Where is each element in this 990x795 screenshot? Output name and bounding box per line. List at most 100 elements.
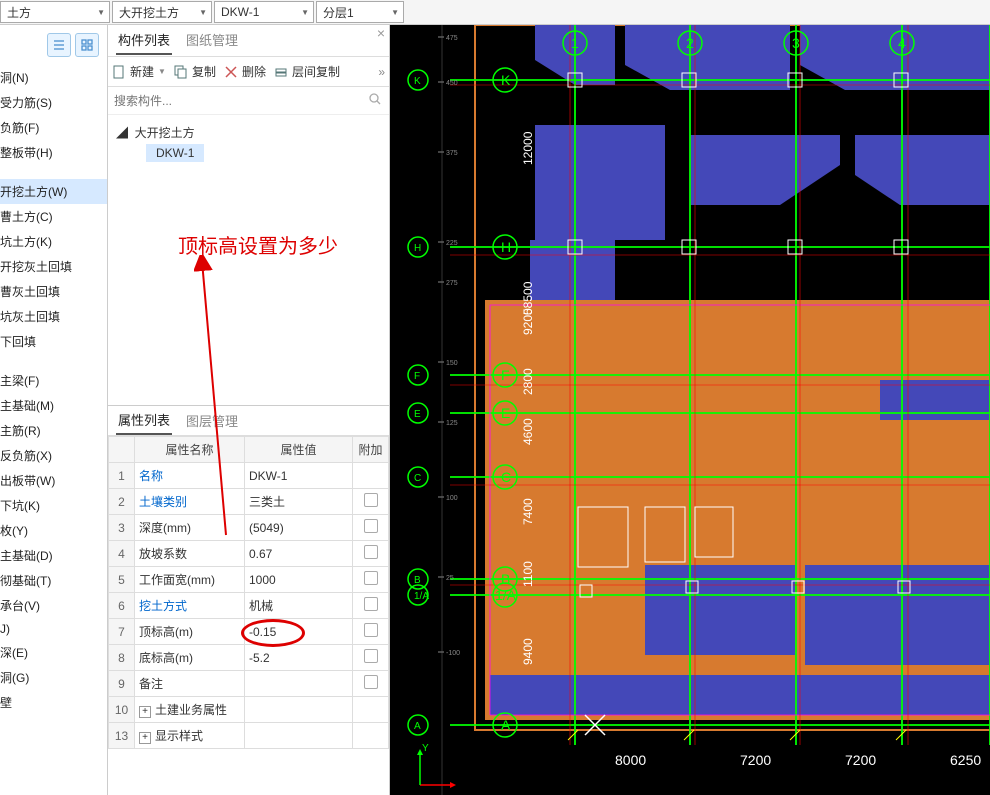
new-icon [112, 65, 126, 79]
view-list-icon[interactable] [47, 33, 71, 57]
dropdown-type[interactable]: 大开挖土方 [112, 1, 212, 23]
left-item[interactable]: 洞(G) [0, 665, 107, 690]
property-row[interactable]: 13+显示样式 [109, 723, 389, 749]
delete-button[interactable]: 删除 [224, 63, 266, 80]
svg-text:9400: 9400 [521, 638, 535, 665]
property-row[interactable]: 4放坡系数0.67 [109, 541, 389, 567]
tree-child-selected[interactable]: DKW-1 [146, 144, 204, 162]
left-item[interactable]: 彻基础(T) [0, 568, 107, 593]
left-item[interactable]: 主基础(D) [0, 543, 107, 568]
svg-text:K: K [501, 72, 511, 88]
search-input[interactable] [114, 94, 383, 108]
copy-button[interactable]: 复制 [174, 63, 216, 80]
left-item[interactable]: 曹灰土回填 [0, 279, 107, 304]
svg-text:450: 450 [446, 80, 458, 87]
property-row[interactable]: 10+土建业务属性 [109, 697, 389, 723]
left-item[interactable]: 枚(Y) [0, 518, 107, 543]
left-item[interactable]: J) [0, 618, 107, 640]
tab-attributes[interactable]: 属性列表 [116, 406, 172, 435]
left-item[interactable]: 深(E) [0, 640, 107, 665]
attach-checkbox[interactable] [364, 571, 378, 585]
left-item[interactable]: 主基础(M) [0, 393, 107, 418]
svg-text:1: 1 [571, 35, 579, 51]
top-toolbar: 土方 大开挖土方 DKW-1 分层1 [0, 0, 990, 25]
svg-text:7400: 7400 [521, 498, 535, 525]
svg-text:125: 125 [446, 420, 458, 427]
property-row[interactable]: 8底标高(m)-5.2 [109, 645, 389, 671]
col-prop-attach: 附加 [353, 437, 389, 463]
col-prop-value: 属性值 [245, 437, 353, 463]
svg-text:E: E [414, 409, 421, 420]
cad-viewport[interactable]: 1234 KKHHFFEECCBB1/A1/AAA 12000585009200… [390, 25, 990, 795]
left-item[interactable] [0, 165, 107, 179]
more-icon[interactable]: » [378, 65, 385, 79]
tree-parent[interactable]: ◢ 大开挖土方 [116, 121, 381, 144]
svg-text:Y: Y [422, 743, 429, 754]
properties-panel: 属性列表 图层管理 属性名称 属性值 附加 1名称DKW-12土壤类别三类土3深… [108, 405, 389, 795]
attach-checkbox[interactable] [364, 675, 378, 689]
property-row[interactable]: 2土壤类别三类土 [109, 489, 389, 515]
dropdown-category[interactable]: 土方 [0, 1, 110, 23]
tab-component-list[interactable]: 构件列表 [116, 26, 172, 55]
left-item[interactable]: 整板带(H) [0, 140, 107, 165]
svg-text:C: C [414, 473, 421, 484]
svg-text:4600: 4600 [521, 418, 535, 445]
left-item[interactable]: 下坑(K) [0, 493, 107, 518]
attach-checkbox[interactable] [364, 493, 378, 507]
left-item[interactable]: 负筋(F) [0, 115, 107, 140]
new-button[interactable]: 新建▼ [112, 63, 166, 80]
left-item[interactable] [0, 354, 107, 368]
dropdown-layer[interactable]: 分层1 [316, 1, 404, 23]
left-item[interactable]: 受力筋(S) [0, 90, 107, 115]
left-item[interactable]: 下回填 [0, 329, 107, 354]
close-icon[interactable]: × [377, 25, 385, 41]
svg-text:F: F [414, 371, 420, 382]
attach-checkbox[interactable] [364, 623, 378, 637]
left-item[interactable]: 曹土方(C) [0, 204, 107, 229]
col-prop-name: 属性名称 [135, 437, 245, 463]
svg-text:12000: 12000 [521, 131, 535, 165]
middle-panel: 构件列表 图纸管理 × 新建▼ 复制 删除 层间复制 » [108, 25, 390, 795]
expand-icon[interactable]: + [139, 732, 151, 744]
search-icon[interactable] [369, 93, 381, 108]
left-item[interactable]: 反负筋(X) [0, 443, 107, 468]
left-item[interactable]: 开挖灰土回填 [0, 254, 107, 279]
property-row[interactable]: 5工作面宽(mm)1000 [109, 567, 389, 593]
left-item[interactable]: 主筋(R) [0, 418, 107, 443]
tab-drawing-manage[interactable]: 图纸管理 [184, 26, 240, 55]
svg-text:9200: 9200 [521, 308, 535, 335]
layer-copy-button[interactable]: 层间复制 [274, 63, 340, 80]
svg-text:7200: 7200 [845, 752, 876, 768]
attach-checkbox[interactable] [364, 597, 378, 611]
property-row[interactable]: 6挖土方式机械 [109, 593, 389, 619]
svg-text:150: 150 [446, 360, 458, 367]
layercopy-icon [274, 65, 288, 79]
attach-checkbox[interactable] [364, 519, 378, 533]
svg-text:A: A [414, 721, 421, 732]
left-item-list: 洞(N)受力筋(S)负筋(F)整板带(H) 开挖土方(W)曹土方(C)坑土方(K)… [0, 65, 107, 795]
left-item[interactable]: 主梁(F) [0, 368, 107, 393]
property-row[interactable]: 1名称DKW-1 [109, 463, 389, 489]
svg-text:1/A: 1/A [414, 591, 429, 602]
left-item[interactable]: 壁 [0, 690, 107, 715]
property-row[interactable]: 9备注 [109, 671, 389, 697]
svg-text:H: H [414, 243, 421, 254]
left-panel: 洞(N)受力筋(S)负筋(F)整板带(H) 开挖土方(W)曹土方(C)坑土方(K)… [0, 25, 108, 795]
property-row[interactable]: 3深度(mm)(5049) [109, 515, 389, 541]
left-item[interactable]: 承台(V) [0, 593, 107, 618]
attach-checkbox[interactable] [364, 545, 378, 559]
expand-icon[interactable]: + [139, 706, 151, 718]
left-item[interactable]: 出板带(W) [0, 468, 107, 493]
delete-icon [224, 65, 238, 79]
attach-checkbox[interactable] [364, 649, 378, 663]
left-item[interactable]: 开挖土方(W) [0, 179, 107, 204]
tab-layers[interactable]: 图层管理 [184, 407, 240, 434]
view-grid-icon[interactable] [75, 33, 99, 57]
left-item[interactable]: 洞(N) [0, 65, 107, 90]
dropdown-component[interactable]: DKW-1 [214, 1, 314, 23]
left-item[interactable]: 坑土方(K) [0, 229, 107, 254]
property-row[interactable]: 7顶标高(m)-0.15 [109, 619, 389, 645]
svg-text:H: H [501, 239, 511, 255]
left-item[interactable]: 坑灰土回填 [0, 304, 107, 329]
svg-text:7200: 7200 [740, 752, 771, 768]
